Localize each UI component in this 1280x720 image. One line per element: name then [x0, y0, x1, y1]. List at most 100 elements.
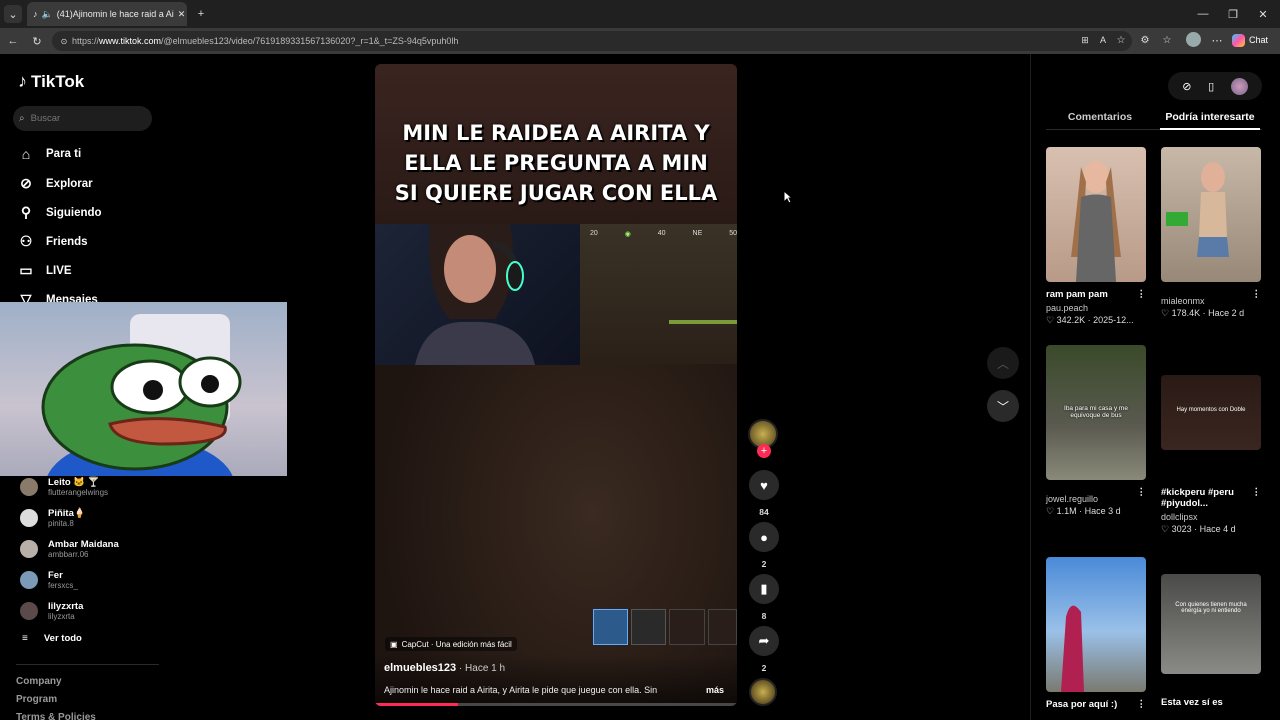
- card-title: Pasa por aquí :): [1046, 699, 1118, 710]
- sidebar-item-siguiendo[interactable]: ⚲ Siguiendo: [18, 204, 102, 221]
- restore-icon[interactable]: ❐: [1224, 5, 1242, 23]
- hud-compass-label: 50: [729, 230, 737, 237]
- capcut-icon: ▣: [390, 639, 398, 649]
- hud-compass: 20 ◉ 40 NE 50: [590, 230, 737, 238]
- video-thumbnail[interactable]: Iba para mi casa y me equivoque de bus: [1046, 345, 1146, 480]
- card-more-icon[interactable]: ⋮: [1252, 289, 1262, 300]
- suggested-video-card[interactable]: ram pam pam ⋮ pau.peach ♡ 342.2K · 2025-1…: [1046, 147, 1146, 326]
- card-user[interactable]: dollclipsx: [1161, 512, 1261, 522]
- comment-count: 2: [761, 559, 767, 569]
- video-thumbnail[interactable]: [1046, 147, 1146, 282]
- sidebar-item-friends[interactable]: ⚇ Friends: [18, 233, 88, 250]
- video-thumbnail[interactable]: [1046, 557, 1146, 692]
- video-description: Ajinomin le hace raid a Airita, y Airita…: [384, 685, 658, 695]
- card-user[interactable]: mialeonmx: [1161, 296, 1261, 306]
- avatar: [20, 509, 38, 527]
- compass-icon[interactable]: ⊘: [1182, 80, 1191, 93]
- nav-label: Friends: [46, 235, 88, 248]
- site-info-icon[interactable]: ⊙: [58, 34, 70, 48]
- user-avatar[interactable]: [1230, 77, 1248, 95]
- reload-icon[interactable]: ↻: [28, 32, 46, 50]
- url-path: /@elmuebles123/video/7619189331567136020…: [161, 36, 459, 46]
- card-user[interactable]: pau.peach: [1046, 303, 1146, 313]
- video-author-line[interactable]: elmuebles123 · Hace 1 h: [384, 662, 505, 674]
- hud-compass-label: 40: [657, 230, 666, 237]
- music-disc-icon[interactable]: [749, 678, 777, 706]
- tab-comentarios[interactable]: Comentarios: [1046, 111, 1154, 123]
- tab-podria-interesarte[interactable]: Podría interesarte: [1160, 111, 1260, 123]
- card-user[interactable]: jowel.reguillo: [1046, 494, 1146, 504]
- followed-account-item[interactable]: Ambar Maidana ambbarr.06: [20, 539, 119, 559]
- search-input[interactable]: [30, 113, 131, 124]
- url-field[interactable]: https://www.tiktok.com/@elmuebles123/vid…: [52, 31, 1132, 51]
- suggested-video-card[interactable]: Hay momentos con Doble #kickperu #peru #…: [1161, 375, 1261, 535]
- window-close-icon[interactable]: ✕: [1254, 5, 1272, 23]
- footer-link-company[interactable]: Company: [16, 676, 62, 687]
- streamer-facecam: [375, 224, 580, 365]
- tab-menu-icon[interactable]: ⌄: [4, 5, 22, 23]
- followed-account-item[interactable]: lilyzxrta lilyzxrta: [20, 601, 83, 621]
- favorite-star-icon[interactable]: ☆: [1114, 33, 1128, 47]
- video-progress-track[interactable]: [375, 703, 737, 706]
- share-count: 2: [761, 663, 767, 673]
- caption-line: Min le raidea a Airita y: [402, 121, 710, 145]
- video-author[interactable]: elmuebles123: [384, 662, 456, 674]
- card-more-icon[interactable]: ⋮: [1137, 699, 1147, 710]
- sidebar-item-para-ti[interactable]: ⌂ Para ti: [18, 146, 81, 162]
- footer-link-terms[interactable]: Terms & Policies: [16, 712, 96, 720]
- speaker-icon[interactable]: 🔈: [42, 9, 53, 20]
- save-count: 8: [761, 611, 767, 621]
- account-handle: lilyzxrta: [48, 612, 75, 621]
- video-caption: Min le raidea a Airita y ella le pregunt…: [375, 118, 737, 208]
- search-box[interactable]: ⌕: [13, 106, 152, 131]
- video-thumbnail[interactable]: Hay momentos con Doble: [1161, 375, 1261, 450]
- share-button[interactable]: ➦ 2: [748, 626, 780, 673]
- suggested-video-card[interactable]: Pasa por aquí :) ⋮: [1046, 557, 1146, 710]
- video-thumbnail[interactable]: Con quienes tienen mucha energía yo ni e…: [1161, 574, 1261, 674]
- more-options-icon[interactable]: ⋯: [1210, 33, 1224, 47]
- capcut-label: CapCut · Una edición más fácil: [401, 639, 512, 649]
- next-video-button[interactable]: ﹀: [987, 390, 1019, 422]
- inventory-slot: [669, 609, 705, 645]
- browser-tab[interactable]: ♪ 🔈 (41)Ajinomin le hace raid a Ai ✕: [27, 2, 187, 26]
- extensions-icon[interactable]: ⚙: [1138, 33, 1152, 47]
- minimize-icon[interactable]: —: [1194, 5, 1212, 23]
- apps-icon[interactable]: ⊞: [1078, 33, 1092, 47]
- card-more-icon[interactable]: ⋮: [1137, 289, 1147, 300]
- video-player[interactable]: Min le raidea a Airita y ella le pregunt…: [375, 64, 737, 706]
- sidebar-item-explorar[interactable]: ⊘ Explorar: [18, 175, 93, 192]
- follow-plus-icon[interactable]: +: [757, 444, 771, 458]
- suggested-video-card[interactable]: ⋮ mialeonmx ♡ 178.4K · Hace 2 d: [1161, 147, 1261, 319]
- card-more-icon[interactable]: ⋮: [1137, 487, 1147, 498]
- panel-toolbar: ⊘ ▯: [1168, 72, 1262, 100]
- card-more-icon[interactable]: ⋮: [1252, 487, 1262, 509]
- translate-icon[interactable]: A: [1096, 33, 1110, 47]
- save-button[interactable]: ▮ 8: [748, 574, 780, 621]
- footer-link-program[interactable]: Program: [16, 694, 57, 705]
- sidebar-item-live[interactable]: ▭ LIVE: [18, 262, 71, 279]
- suggested-video-card[interactable]: Con quienes tienen mucha energía yo ni e…: [1161, 574, 1261, 708]
- followed-account-item[interactable]: Piñita🍦 pinita.8: [20, 508, 86, 528]
- profile-avatar[interactable]: [1186, 32, 1201, 47]
- video-thumbnail[interactable]: [1161, 147, 1261, 282]
- copilot-chat-button[interactable]: Chat: [1232, 32, 1276, 48]
- suggested-video-card[interactable]: Iba para mi casa y me equivoque de bus ⋮…: [1046, 345, 1146, 517]
- previous-video-button[interactable]: ︿: [987, 347, 1019, 379]
- capcut-badge[interactable]: ▣ CapCut · Una edición más fácil: [385, 637, 517, 651]
- more-link[interactable]: más: [706, 685, 724, 695]
- see-all-link[interactable]: ≡ Ver todo: [22, 633, 82, 644]
- tiktok-logo[interactable]: ♪ TikTok: [18, 71, 84, 92]
- streamer-image: [415, 224, 535, 365]
- card-title: ram pam pam: [1046, 289, 1108, 300]
- phone-icon[interactable]: ▯: [1208, 80, 1214, 93]
- new-tab-icon[interactable]: +: [192, 5, 210, 23]
- followed-account-item[interactable]: Fer fersxcs_: [20, 570, 78, 590]
- followed-account-item[interactable]: Leito 🐱 🍸 flutterangelwings: [20, 477, 108, 497]
- like-button[interactable]: ♥ 84: [748, 470, 780, 517]
- tab-close-icon[interactable]: ✕: [178, 9, 186, 20]
- back-icon[interactable]: ←: [4, 32, 22, 50]
- favorites-icon[interactable]: ☆: [1160, 33, 1174, 47]
- thumbnail-overlay-text: Hay momentos con Doble: [1176, 407, 1246, 413]
- comment-button[interactable]: ● 2: [748, 522, 780, 569]
- streamer-webcam-overlay: [0, 302, 287, 476]
